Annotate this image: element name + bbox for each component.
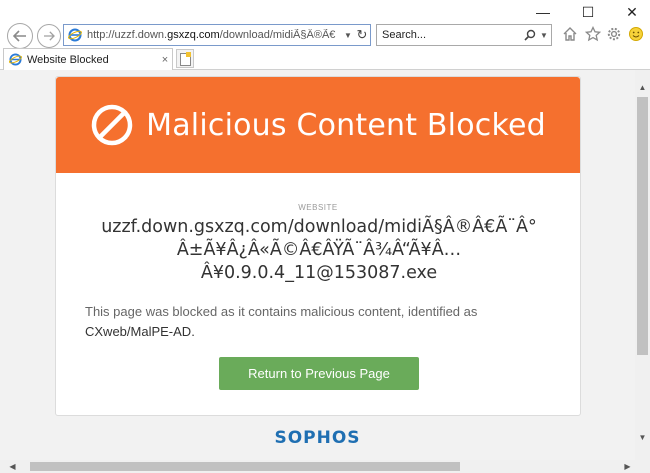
scrollbar-corner bbox=[635, 460, 650, 473]
forward-button[interactable] bbox=[37, 24, 61, 48]
url-path: /download/midiÃ§Â®Ã€ bbox=[219, 29, 336, 41]
threat-name: CXweb/MalPE-AD. bbox=[85, 324, 195, 339]
maximize-button[interactable]: ☐ bbox=[573, 4, 603, 20]
tab-website-blocked[interactable]: Website Blocked × bbox=[3, 48, 173, 70]
home-icon bbox=[563, 27, 577, 41]
url-domain: gsxzq.com bbox=[167, 29, 220, 41]
search-box[interactable]: Search... ▼ bbox=[376, 24, 552, 46]
blocked-url-line-1: uzzf.down.gsxzq.com/download/midiÃ§Â®Â€Ã… bbox=[101, 217, 537, 237]
ie-tab-icon bbox=[9, 53, 22, 66]
gear-icon bbox=[607, 27, 621, 41]
address-dropdown-icon[interactable]: ▼ bbox=[342, 31, 354, 40]
return-to-previous-page-button[interactable]: Return to Previous Page bbox=[219, 357, 419, 390]
blocked-url-line-3: Â¥0.9.0.4_11@153087.exe bbox=[200, 263, 438, 283]
home-button[interactable] bbox=[561, 25, 579, 43]
minimize-button[interactable]: — bbox=[528, 4, 558, 20]
page-viewport: Malicious Content Blocked WEBSITE uzzf.d… bbox=[0, 70, 635, 460]
search-icon[interactable] bbox=[523, 29, 537, 41]
close-window-button[interactable]: ✕ bbox=[617, 4, 647, 20]
block-banner: Malicious Content Blocked bbox=[56, 77, 580, 173]
block-card: Malicious Content Blocked WEBSITE uzzf.d… bbox=[55, 76, 581, 416]
ie-page-icon bbox=[68, 28, 82, 42]
tab-label: Website Blocked bbox=[27, 53, 109, 66]
horizontal-scroll-thumb[interactable] bbox=[30, 462, 460, 471]
tab-close-icon[interactable]: × bbox=[158, 54, 172, 66]
scroll-right-icon[interactable]: ▶ bbox=[621, 460, 634, 473]
scroll-up-icon[interactable]: ▲ bbox=[635, 80, 650, 95]
website-label: WEBSITE bbox=[298, 203, 338, 212]
tab-strip: Website Blocked × bbox=[0, 48, 650, 70]
horizontal-scrollbar[interactable]: ◀ ▶ bbox=[0, 460, 650, 473]
search-placeholder: Search... bbox=[382, 29, 427, 41]
vertical-scroll-thumb[interactable] bbox=[637, 97, 648, 355]
blocked-url: uzzf.down.gsxzq.com/download/midiÃ§Â®Â€Ã… bbox=[86, 216, 552, 285]
blocked-url-line-2: Â±Ã¥Â¿Â«Ã©Â€ÂŸÃ¨Â¾Â“Ã¥Â… bbox=[176, 240, 462, 260]
arrow-left-icon bbox=[13, 30, 26, 42]
url-prefix: http://uzzf.down. bbox=[87, 29, 168, 41]
browser-toolbar: — ☐ ✕ http://uzzf.down.gsxzq.com/downloa… bbox=[0, 0, 650, 49]
star-icon bbox=[585, 26, 601, 42]
scroll-down-icon[interactable]: ▼ bbox=[635, 430, 650, 445]
url-text: http://uzzf.down.gsxzq.com/download/midi… bbox=[87, 29, 342, 41]
sophos-logo: SOPHOS bbox=[274, 428, 361, 448]
vertical-scrollbar[interactable]: ▲ ▼ bbox=[635, 70, 650, 460]
back-button[interactable] bbox=[7, 23, 33, 49]
block-message: This page was blocked as it contains mal… bbox=[85, 302, 555, 342]
new-tab-button[interactable] bbox=[176, 49, 194, 68]
search-dropdown-icon[interactable]: ▼ bbox=[537, 31, 551, 40]
page-title: Malicious Content Blocked bbox=[146, 107, 546, 143]
favorites-button[interactable] bbox=[584, 25, 602, 43]
refresh-button[interactable]: ↻ bbox=[354, 27, 370, 43]
prohibited-icon bbox=[91, 104, 133, 146]
scroll-left-icon[interactable]: ◀ bbox=[6, 460, 19, 473]
smiley-icon bbox=[629, 27, 643, 41]
arrow-right-icon bbox=[44, 31, 55, 41]
tools-button[interactable] bbox=[605, 25, 623, 43]
block-message-text: This page was blocked as it contains mal… bbox=[85, 304, 478, 319]
address-bar[interactable]: http://uzzf.down.gsxzq.com/download/midi… bbox=[63, 24, 371, 46]
feedback-button[interactable] bbox=[627, 25, 645, 43]
